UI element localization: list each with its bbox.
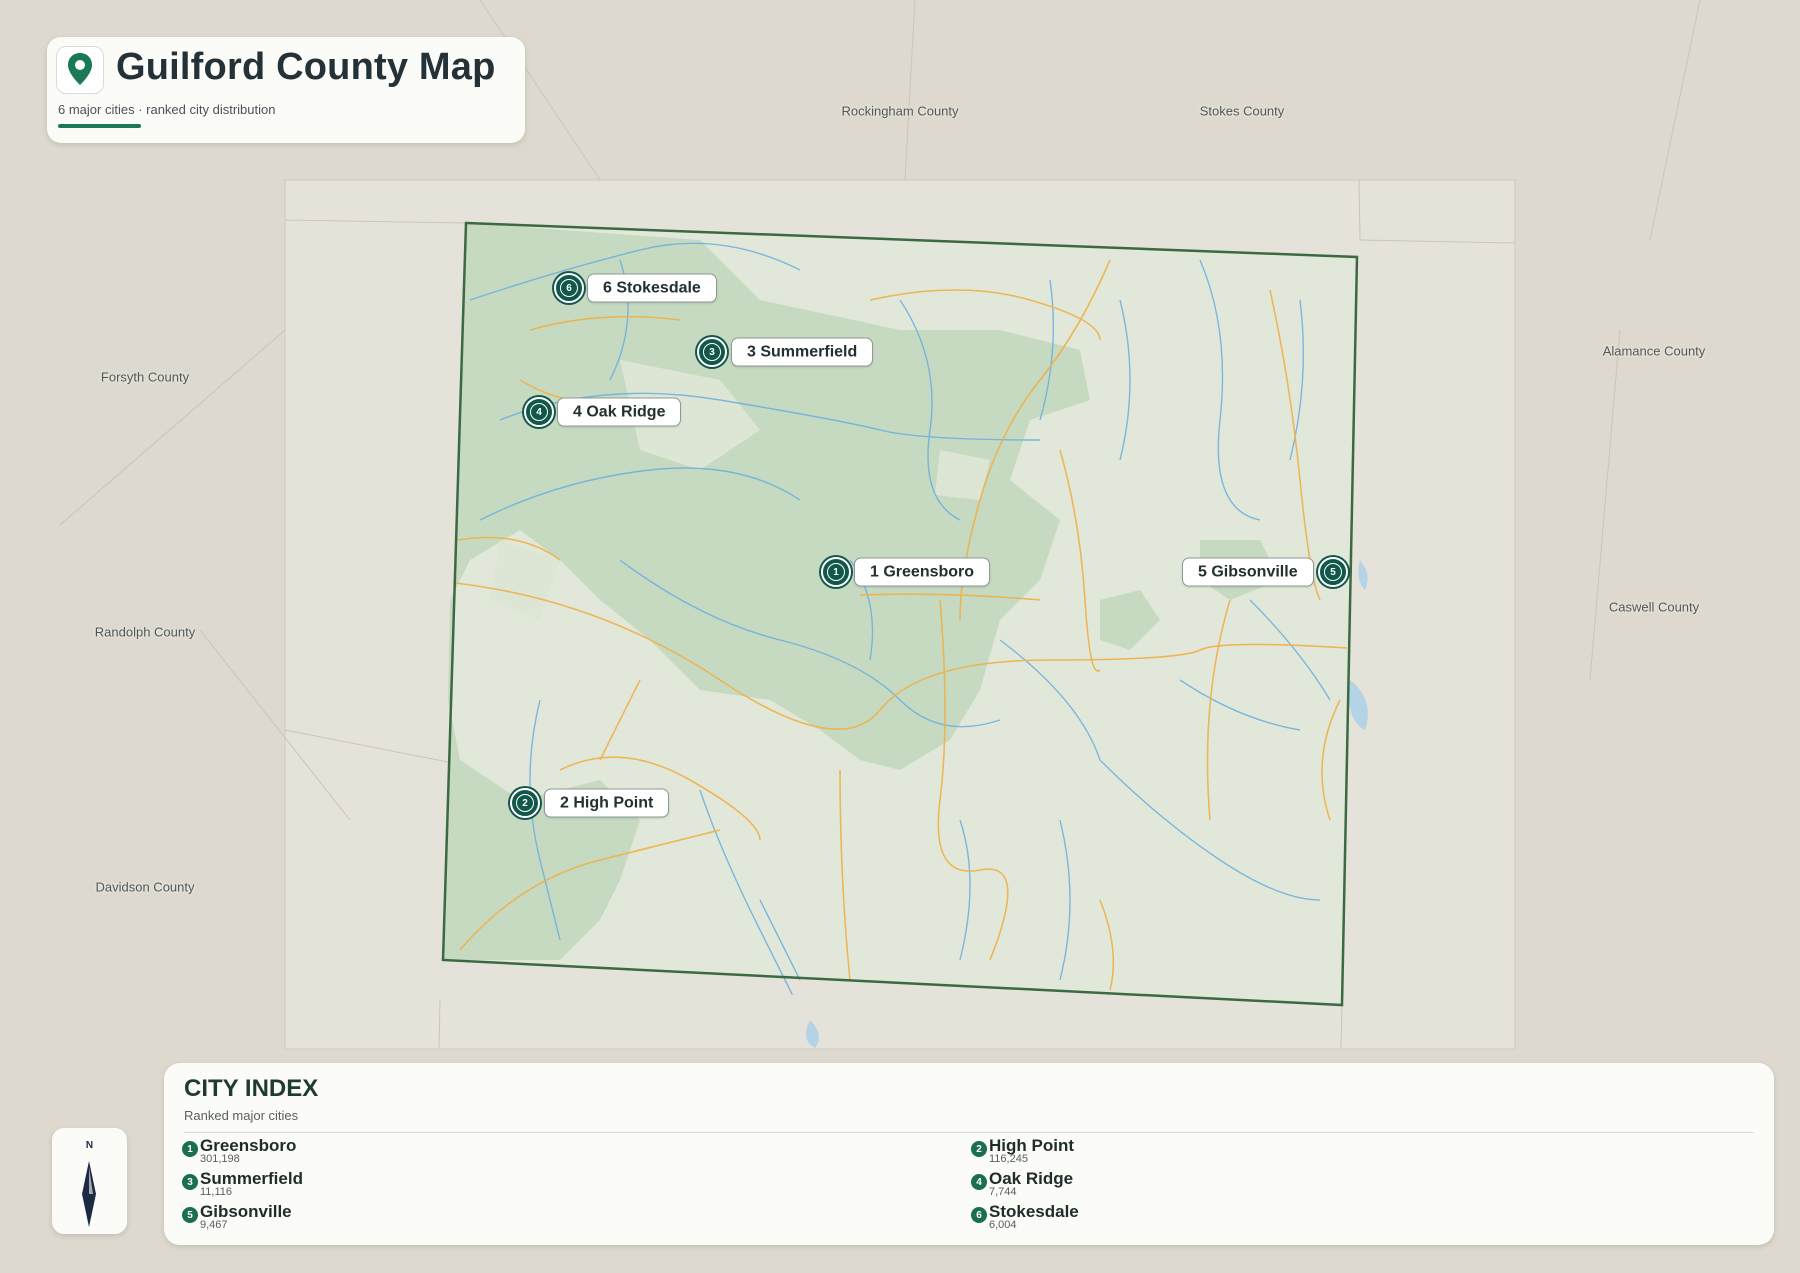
compass-card: N [52, 1128, 127, 1234]
city-name: High Point [989, 1136, 1074, 1155]
city-marker-oak-ridge[interactable]: 4 [524, 397, 554, 427]
city-label-high-point[interactable]: 2 High Point [544, 788, 670, 818]
city-population: 116,245 [989, 1153, 1028, 1165]
map-title-card: Guilford County Map 6 major cities · ran… [47, 37, 525, 143]
title-accent-bar [58, 124, 141, 128]
city-label-gibsonville[interactable]: 5 Gibsonville [1182, 557, 1314, 587]
county-label-forsyth: Forsyth County [100, 369, 190, 385]
page-title: Guilford County Map [116, 46, 496, 88]
city-population: 6,004 [989, 1219, 1017, 1231]
city-index-panel: CITY INDEX Ranked major cities 1 Greensb… [164, 1063, 1774, 1245]
city-population: 7,744 [989, 1186, 1017, 1198]
city-name: Oak Ridge [989, 1169, 1074, 1188]
page-subtitle: 6 major cities · ranked city distributio… [58, 102, 276, 117]
county-label-alamance: Alamance County [1602, 343, 1706, 359]
county-label-rockingham: Rockingham County [841, 103, 959, 119]
rank-badge: 4 [971, 1174, 987, 1190]
city-index-title: CITY INDEX [184, 1075, 319, 1102]
city-name: Greensboro [200, 1136, 297, 1155]
city-marker-greensboro[interactable]: 1 [821, 557, 851, 587]
rank-badge: 5 [182, 1207, 198, 1223]
city-marker-high-point[interactable]: 2 [510, 788, 540, 818]
city-population: 11,116 [200, 1186, 233, 1198]
city-marker-number: 1 [827, 563, 845, 581]
city-marker-number: 5 [1324, 563, 1342, 581]
county-label-randolph: Randolph County [94, 624, 196, 640]
city-name: Gibsonville [200, 1202, 292, 1221]
city-label-oak-ridge[interactable]: 4 Oak Ridge [557, 397, 682, 427]
city-label-greensboro[interactable]: 1 Greensboro [854, 557, 991, 587]
map-pin-icon [56, 46, 104, 94]
city-marker-summerfield[interactable]: 3 [697, 337, 727, 367]
city-name: Summerfield [200, 1169, 303, 1188]
county-label-stokes: Stokes County [1199, 103, 1285, 119]
rank-badge: 1 [182, 1141, 198, 1157]
city-marker-number: 6 [560, 279, 578, 297]
map-pin-shape [68, 53, 92, 85]
county-label-caswell: Caswell County [1608, 599, 1700, 615]
city-label-stokesdale[interactable]: 6 Stokesdale [587, 273, 717, 303]
city-index-subtitle: Ranked major cities [184, 1108, 299, 1123]
city-marker-number: 4 [530, 403, 548, 421]
compass-north-label: N [85, 1140, 94, 1151]
city-population: 301,198 [200, 1153, 240, 1165]
rank-badge: 6 [971, 1207, 987, 1223]
rank-badge: 2 [971, 1141, 987, 1157]
city-marker-number: 2 [516, 794, 534, 812]
city-marker-stokesdale[interactable]: 6 [554, 273, 584, 303]
city-index-divider [184, 1132, 1754, 1133]
city-label-summerfield[interactable]: 3 Summerfield [731, 337, 874, 367]
city-marker-gibsonville[interactable]: 5 [1318, 557, 1348, 587]
county-label-davidson: Davidson County [95, 879, 195, 895]
city-marker-number: 3 [703, 343, 721, 361]
city-name: Stokesdale [989, 1202, 1079, 1221]
rank-badge: 3 [182, 1174, 198, 1190]
north-arrow-icon [82, 1161, 96, 1227]
city-population: 9,467 [200, 1219, 228, 1231]
